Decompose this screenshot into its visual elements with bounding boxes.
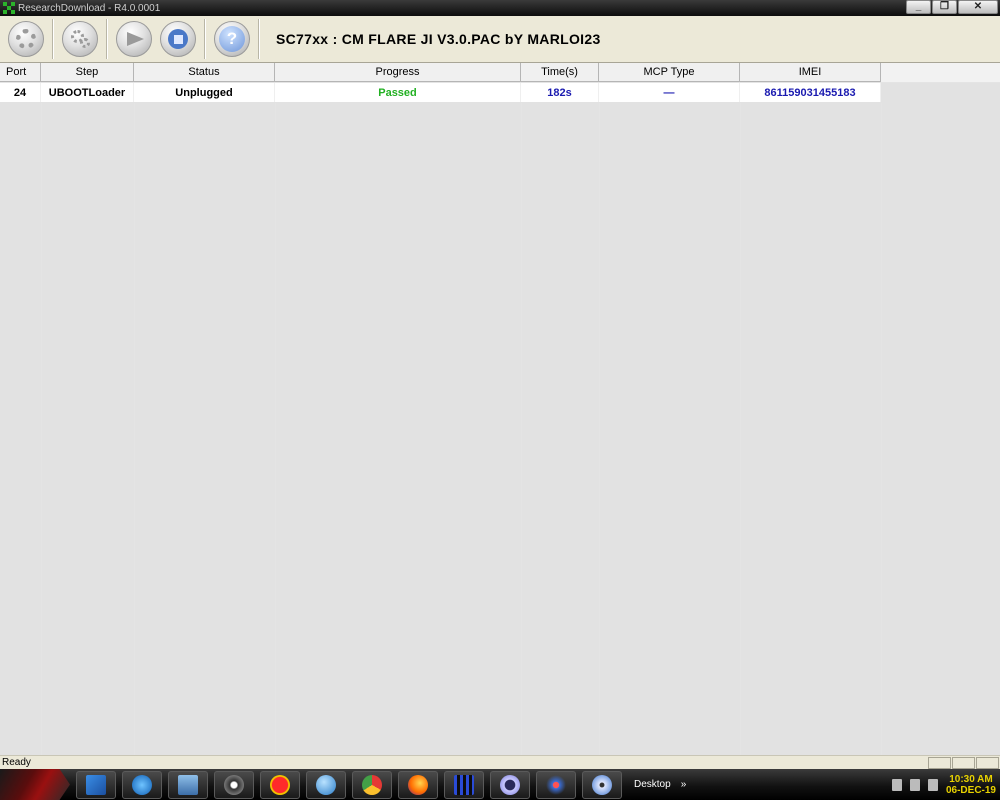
taskbar-item-tool[interactable] <box>260 770 300 799</box>
status-panel <box>976 756 999 769</box>
restore-button[interactable]: ❐ <box>932 0 957 14</box>
column-divider <box>740 103 741 755</box>
action-center-flag-icon[interactable] <box>891 778 902 791</box>
download-tool-icon <box>454 774 474 795</box>
toolbar: ? SC77xx : CM FLARE JI V3.0.PAC bY MARLO… <box>0 16 1000 63</box>
taskbar-item-explorer[interactable] <box>76 770 116 799</box>
clock-date: 06-DEC-19 <box>945 784 996 796</box>
column-header-step[interactable]: Step <box>41 63 134 82</box>
start-button[interactable] <box>0 769 70 800</box>
globe-icon <box>316 774 336 795</box>
taskbar-item-camera[interactable] <box>214 770 254 799</box>
toolbar-separator <box>52 19 54 59</box>
windows-explorer-icon <box>86 774 106 795</box>
taskbar-item-media-player[interactable] <box>122 770 162 799</box>
gears-icon <box>71 30 90 48</box>
clock[interactable]: 10:30 AM 06-DEC-19 <box>946 774 996 796</box>
column-divider <box>599 103 600 755</box>
camera-icon <box>224 774 244 795</box>
column-header-time[interactable]: Time(s) <box>521 63 599 82</box>
clock-time: 10:30 AM <box>949 773 993 785</box>
taskbar-item-disc[interactable] <box>582 770 622 799</box>
help-button[interactable]: ? <box>214 21 250 57</box>
column-header-progress[interactable]: Progress <box>275 63 521 82</box>
system-tray: 10:30 AM 06-DEC-19 <box>891 769 996 800</box>
cell-status: Unplugged <box>134 83 275 102</box>
start-arrow-icon <box>127 32 144 46</box>
table-row[interactable]: 24 UBOOTLoader Unplugged Passed 182s — 8… <box>0 83 881 102</box>
port-list-table[interactable]: Port Step Status Progress Time(s) MCP Ty… <box>0 63 1000 755</box>
toolbar-separator <box>204 19 206 59</box>
cell-mcp-type: — <box>599 83 740 102</box>
taskbar-item-window[interactable] <box>168 770 208 799</box>
taskbar-item-globe[interactable] <box>306 770 346 799</box>
column-divider <box>41 103 42 755</box>
toolbar-separator <box>106 19 108 59</box>
close-button[interactable]: ✕ <box>958 0 998 14</box>
status-text: Ready <box>2 757 31 768</box>
atom-icon <box>546 774 566 795</box>
title-bar: ResearchDownload - R4.0.0001 _ ❐ ✕ <box>0 0 1000 16</box>
stop-download-button[interactable] <box>160 21 196 57</box>
media-player-icon <box>132 774 152 795</box>
status-panel <box>952 756 975 769</box>
stop-icon <box>168 29 188 49</box>
column-header-imei[interactable]: IMEI <box>740 63 881 82</box>
firefox-icon <box>408 774 428 795</box>
pac-file-title: SC77xx : CM FLARE JI V3.0.PAC bY MARLOI2… <box>276 31 601 47</box>
gear-icon <box>16 29 36 49</box>
column-divider <box>881 103 882 755</box>
table-header: Port Step Status Progress Time(s) MCP Ty… <box>0 63 881 82</box>
chrome-icon <box>362 774 382 795</box>
status-panel <box>928 756 951 769</box>
column-header-port[interactable]: Port <box>0 63 41 82</box>
cell-step: UBOOTLoader <box>41 83 134 102</box>
volume-icon[interactable] <box>927 778 938 791</box>
taskbar: Desktop » 10:30 AM 06-DEC-19 <box>0 769 1000 800</box>
taskbar-item-atom[interactable] <box>536 770 576 799</box>
desktop-toolbar-label[interactable]: Desktop <box>634 779 671 790</box>
taskbar-item-bittorrent[interactable] <box>490 770 530 799</box>
toolbar-separator <box>258 19 260 59</box>
help-icon: ? <box>219 26 245 52</box>
taskbar-item-chrome[interactable] <box>352 770 392 799</box>
status-bar: Ready <box>0 755 1000 769</box>
window-title: ResearchDownload - R4.0.0001 <box>18 2 161 14</box>
column-divider <box>521 103 522 755</box>
toolbar-chevron[interactable]: » <box>681 779 687 790</box>
minimize-button[interactable]: _ <box>906 0 931 14</box>
advanced-settings-button[interactable] <box>62 21 98 57</box>
column-header-mcp-type[interactable]: MCP Type <box>599 63 740 82</box>
window-icon <box>178 774 198 795</box>
cell-imei: 861159031455183 <box>740 83 881 102</box>
taskbar-item-research-download[interactable] <box>444 770 484 799</box>
column-divider <box>275 103 276 755</box>
column-divider <box>134 103 135 755</box>
app-icon <box>3 2 15 14</box>
network-icon[interactable] <box>909 778 920 791</box>
taskbar-item-firefox[interactable] <box>398 770 438 799</box>
column-header-status[interactable]: Status <box>134 63 275 82</box>
cell-port: 24 <box>0 83 41 102</box>
settings-button[interactable] <box>8 21 44 57</box>
cell-progress: Passed <box>275 83 521 102</box>
bittorrent-icon <box>500 774 520 795</box>
cell-time: 182s <box>521 83 599 102</box>
disc-icon <box>592 774 612 795</box>
start-download-button[interactable] <box>116 21 152 57</box>
record-icon <box>270 774 290 795</box>
